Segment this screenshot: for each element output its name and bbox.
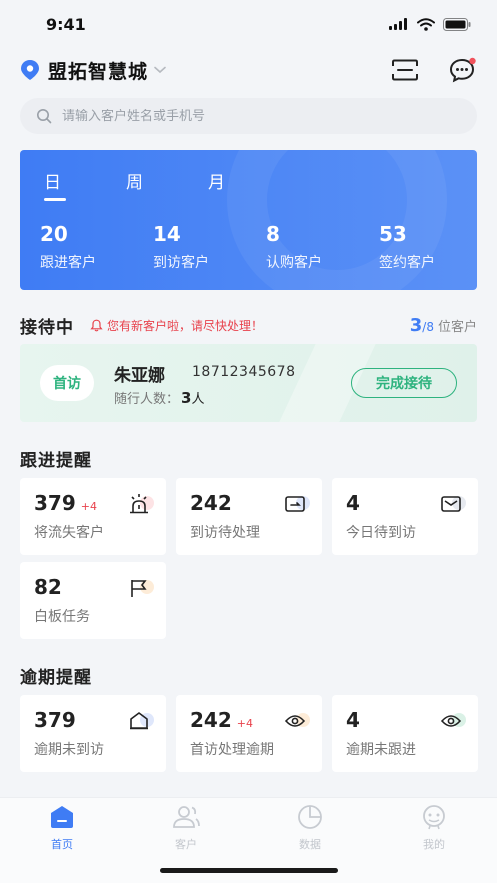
- status-icons: [389, 17, 471, 31]
- reception-title: 接待中: [20, 317, 74, 338]
- tab-home[interactable]: 首页: [22, 804, 102, 852]
- bell-icon: [90, 319, 103, 331]
- overdue-title: 逾期提醒: [20, 668, 92, 688]
- stats-row: 20 跟进客户 14 到访客户 8 认购客户 53 签约客户: [40, 222, 477, 272]
- stat-signed-customers[interactable]: 53 签约客户: [379, 222, 477, 272]
- new-customer-alert: 您有新客户啦，请尽快处理！: [90, 317, 263, 334]
- tile-today-visit[interactable]: 4 今日待到访: [332, 478, 478, 555]
- location-pin-icon[interactable]: [20, 59, 40, 81]
- profile-tab-icon: [423, 805, 445, 830]
- eye-icon: [440, 710, 466, 732]
- tab-customer[interactable]: 客户: [146, 804, 226, 852]
- tab-data[interactable]: 数据: [270, 804, 350, 852]
- visitor-card[interactable]: 首访 朱亚娜 18712345678 随行人数： 3人 完成接待: [20, 344, 477, 422]
- visitor-name: 朱亚娜: [114, 366, 165, 386]
- alert-text: 您有新客户啦，请尽快处理！: [107, 318, 264, 333]
- stats-card: 日 周 月 20 跟进客户 14 到访客户 8 认购客户 53 签约客户: [20, 150, 477, 290]
- message-icon[interactable]: [449, 57, 477, 83]
- home-indicator: [160, 868, 338, 873]
- signal-icon: [389, 18, 407, 30]
- search-bar[interactable]: [20, 98, 477, 134]
- companion-count: 随行人数： 3人: [114, 389, 205, 407]
- reception-header: 接待中 您有新客户啦，请尽快处理！ 3 /8 位客户: [20, 312, 477, 338]
- capacity-total: /8: [422, 319, 434, 334]
- flag-icon: [128, 577, 154, 599]
- visitor-phone: 18712345678: [192, 364, 296, 380]
- stat-follow-customers[interactable]: 20 跟进客户: [40, 222, 153, 272]
- location-title[interactable]: 盟拓智慧城: [48, 57, 148, 84]
- finish-reception-button[interactable]: 完成接待: [351, 368, 457, 398]
- tab-day[interactable]: 日: [44, 168, 126, 201]
- tab-profile[interactable]: 我的: [394, 804, 474, 852]
- eye-icon: [284, 710, 310, 732]
- tile-whiteboard-tasks[interactable]: 82 白板任务: [20, 562, 166, 639]
- stat-visit-customers[interactable]: 14 到访客户: [153, 222, 266, 272]
- tile-overdue-no-visit[interactable]: 379 逾期未到访: [20, 695, 166, 772]
- tile-losing-customers[interactable]: 379 +4 将流失客户: [20, 478, 166, 555]
- status-time: 9:41: [46, 14, 86, 34]
- visit-icon: [284, 493, 310, 515]
- follow-up-title: 跟进提醒: [20, 451, 92, 471]
- scan-icon[interactable]: [391, 59, 419, 81]
- mail-icon: [440, 493, 466, 515]
- search-icon: [37, 109, 52, 124]
- status-bar: 9:41: [0, 0, 497, 48]
- tile-overdue-no-follow[interactable]: 4 逾期未跟进: [332, 695, 478, 772]
- data-tab-icon: [298, 805, 322, 829]
- reception-capacity: 3 /8 位客户: [410, 315, 477, 336]
- tab-month[interactable]: 月: [208, 168, 290, 201]
- period-tabs: 日 周 月: [44, 168, 290, 201]
- wifi-icon: [417, 17, 435, 31]
- first-visit-badge: 首访: [40, 365, 94, 401]
- customer-tab-icon: [173, 806, 200, 828]
- alarm-icon: [128, 493, 154, 515]
- tile-first-visit-overdue[interactable]: 242 +4 首访处理逾期: [176, 695, 322, 772]
- stat-subscribe-customers[interactable]: 8 认购客户: [266, 222, 379, 272]
- chevron-down-icon[interactable]: [154, 66, 166, 74]
- battery-icon: [443, 17, 471, 31]
- tile-visit-pending[interactable]: 242 到访待处理: [176, 478, 322, 555]
- home-tab-icon: [51, 806, 73, 828]
- search-input[interactable]: [62, 108, 442, 124]
- capacity-current: 3: [409, 314, 423, 336]
- capacity-unit: 位客户: [437, 319, 477, 335]
- home-icon: [128, 710, 154, 732]
- tab-week[interactable]: 周: [126, 168, 208, 201]
- app-header: 盟拓智慧城: [20, 52, 477, 88]
